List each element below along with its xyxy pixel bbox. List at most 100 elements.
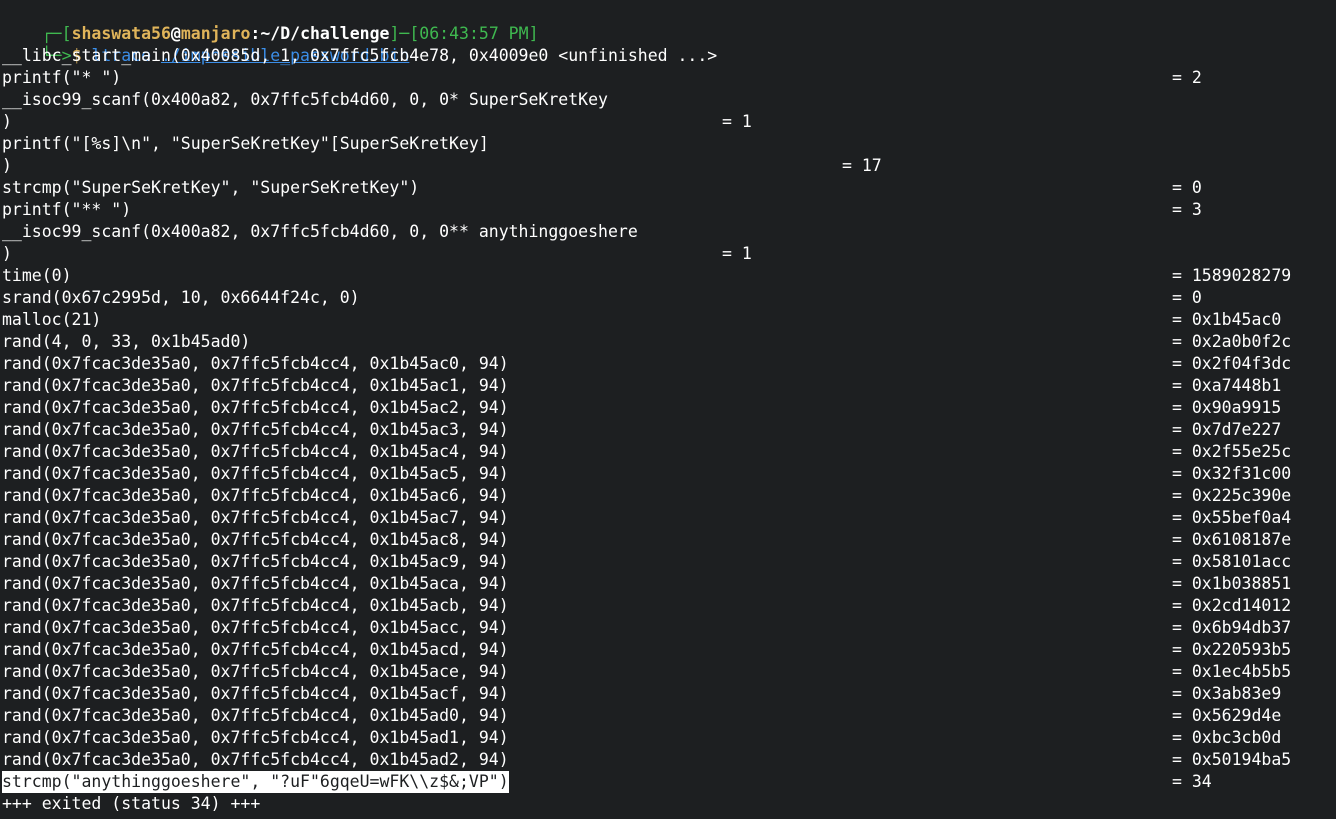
trace-line: rand(0x7fcac3de35a0, 0x7ffc5fcb4cc4, 0x1… [2, 419, 1336, 441]
trace-return: = 0x90a9915 [1172, 398, 1282, 417]
trace-return: = 0x55bef0a4 [1172, 508, 1292, 527]
trace-line: rand(0x7fcac3de35a0, 0x7ffc5fcb4cc4, 0x1… [2, 463, 1336, 485]
trace-return: = 0x2f04f3dc [1172, 354, 1292, 373]
trace-call: rand(0x7fcac3de35a0, 0x7ffc5fcb4cc4, 0x1… [2, 706, 509, 725]
trace-line: rand(0x7fcac3de35a0, 0x7ffc5fcb4cc4, 0x1… [2, 529, 1336, 551]
trace-line: rand(0x7fcac3de35a0, 0x7ffc5fcb4cc4, 0x1… [2, 573, 1336, 595]
trace-return: = 0x2cd14012 [1172, 596, 1292, 615]
trace-line: ) = 17 [2, 155, 1336, 177]
trace-call: rand(0x7fcac3de35a0, 0x7ffc5fcb4cc4, 0x1… [2, 728, 509, 747]
trace-call: __libc_start_main(0x40085d, 1, 0x7ffc5fc… [2, 46, 718, 65]
trace-call: rand(0x7fcac3de35a0, 0x7ffc5fcb4cc4, 0x1… [2, 464, 509, 483]
trace-return: = 0xa7448b1 [1172, 376, 1282, 395]
trace-line: __libc_start_main(0x40085d, 1, 0x7ffc5fc… [2, 45, 1336, 67]
trace-call: strcmp("SuperSeKretKey", "SuperSeKretKey… [2, 178, 420, 197]
trace-call: rand(0x7fcac3de35a0, 0x7ffc5fcb4cc4, 0x1… [2, 420, 509, 439]
trace-call: printf("[%s]\n", "SuperSeKretKey"[SuperS… [2, 134, 489, 153]
trace-call-selected: strcmp("anythinggoeshere", "?uF"6gqeU=wF… [2, 771, 509, 793]
trace-line: rand(0x7fcac3de35a0, 0x7ffc5fcb4cc4, 0x1… [2, 353, 1336, 375]
trace-call: __isoc99_scanf(0x400a82, 0x7ffc5fcb4d60,… [2, 222, 638, 241]
trace-line: rand(0x7fcac3de35a0, 0x7ffc5fcb4cc4, 0x1… [2, 551, 1336, 573]
trace-line: rand(0x7fcac3de35a0, 0x7ffc5fcb4cc4, 0x1… [2, 749, 1336, 771]
trace-return: = 3 [1172, 200, 1202, 219]
trace-return: = 0xbc3cb0d [1172, 728, 1282, 747]
trace-line: __isoc99_scanf(0x400a82, 0x7ffc5fcb4d60,… [2, 221, 1336, 243]
trace-return: = 0x2a0b0f2c [1172, 332, 1292, 351]
trace-call: srand(0x67c2995d, 10, 0x6644f24c, 0) [2, 288, 360, 307]
trace-call: malloc(21) [2, 310, 102, 329]
trace-call: rand(0x7fcac3de35a0, 0x7ffc5fcb4cc4, 0x1… [2, 552, 509, 571]
trace-call: ) [2, 156, 12, 175]
terminal-window[interactable]: ┌─[shaswata56@manjaro:~/D/challenge]─[06… [2, 1, 1336, 819]
exit-line: +++ exited (status 34) +++ [2, 794, 261, 813]
trace-output: __libc_start_main(0x40085d, 1, 0x7ffc5fc… [2, 45, 1336, 793]
trace-line: printf("* ") = 2 [2, 67, 1336, 89]
trace-call: rand(0x7fcac3de35a0, 0x7ffc5fcb4cc4, 0x1… [2, 508, 509, 527]
trace-return: = 0x58101acc [1172, 552, 1292, 571]
trace-call: __isoc99_scanf(0x400a82, 0x7ffc5fcb4d60,… [2, 90, 608, 109]
trace-return: = 0x6108187e [1172, 530, 1292, 549]
trace-line: rand(0x7fcac3de35a0, 0x7ffc5fcb4cc4, 0x1… [2, 397, 1336, 419]
trace-line: rand(0x7fcac3de35a0, 0x7ffc5fcb4cc4, 0x1… [2, 441, 1336, 463]
trace-line: ) = 1 [2, 111, 1336, 133]
trace-call: rand(0x7fcac3de35a0, 0x7ffc5fcb4cc4, 0x1… [2, 684, 509, 703]
trace-call: rand(4, 0, 33, 0x1b45ad0) [2, 332, 251, 351]
trace-return: = 0x50194ba5 [1172, 750, 1292, 769]
command-line: └─>$ ltrace ./impossible_password.bin [2, 23, 1336, 65]
trace-line: rand(0x7fcac3de35a0, 0x7ffc5fcb4cc4, 0x1… [2, 507, 1336, 529]
trace-return: = 2 [1172, 68, 1202, 87]
trace-call: printf("** ") [2, 200, 132, 219]
trace-line: ) = 1 [2, 243, 1336, 265]
trace-return: = 0x1b038851 [1172, 574, 1292, 593]
trace-return: = 0x1b45ac0 [1172, 310, 1282, 329]
trace-return: = 17 [842, 156, 882, 175]
trace-line: srand(0x67c2995d, 10, 0x6644f24c, 0) = 0 [2, 287, 1336, 309]
trace-line: rand(0x7fcac3de35a0, 0x7ffc5fcb4cc4, 0x1… [2, 727, 1336, 749]
trace-return: = 0x5629d4e [1172, 706, 1282, 725]
trace-return: = 0 [1172, 178, 1202, 197]
trace-line: printf("[%s]\n", "SuperSeKretKey"[SuperS… [2, 133, 1336, 155]
trace-call: rand(0x7fcac3de35a0, 0x7ffc5fcb4cc4, 0x1… [2, 442, 509, 461]
trace-return: = 34 [1172, 772, 1212, 791]
trace-return: = 0x220593b5 [1172, 640, 1292, 659]
trace-return: = 1589028279 [1172, 266, 1292, 285]
trace-line: rand(0x7fcac3de35a0, 0x7ffc5fcb4cc4, 0x1… [2, 705, 1336, 727]
trace-call: time(0) [2, 266, 72, 285]
trace-return: = 0x225c390e [1172, 486, 1292, 505]
trace-line: __isoc99_scanf(0x400a82, 0x7ffc5fcb4d60,… [2, 89, 1336, 111]
trace-call: rand(0x7fcac3de35a0, 0x7ffc5fcb4cc4, 0x1… [2, 662, 509, 681]
trace-call: ) [2, 244, 12, 263]
trace-call: rand(0x7fcac3de35a0, 0x7ffc5fcb4cc4, 0x1… [2, 750, 509, 769]
trace-return: = 0x7d7e227 [1172, 420, 1282, 439]
trace-call: rand(0x7fcac3de35a0, 0x7ffc5fcb4cc4, 0x1… [2, 354, 509, 373]
trace-call: rand(0x7fcac3de35a0, 0x7ffc5fcb4cc4, 0x1… [2, 574, 509, 593]
trace-line: malloc(21) = 0x1b45ac0 [2, 309, 1336, 331]
trace-line: rand(0x7fcac3de35a0, 0x7ffc5fcb4cc4, 0x1… [2, 485, 1336, 507]
trace-call: printf("* ") [2, 68, 122, 87]
trace-line: rand(0x7fcac3de35a0, 0x7ffc5fcb4cc4, 0x1… [2, 617, 1336, 639]
trace-line: rand(0x7fcac3de35a0, 0x7ffc5fcb4cc4, 0x1… [2, 375, 1336, 397]
trace-call: rand(0x7fcac3de35a0, 0x7ffc5fcb4cc4, 0x1… [2, 376, 509, 395]
trace-return: = 0x3ab83e9 [1172, 684, 1282, 703]
trace-line: strcmp("SuperSeKretKey", "SuperSeKretKey… [2, 177, 1336, 199]
trace-return: = 0x2f55e25c [1172, 442, 1292, 461]
trace-return: = 0 [1172, 288, 1202, 307]
trace-line: rand(0x7fcac3de35a0, 0x7ffc5fcb4cc4, 0x1… [2, 683, 1336, 705]
prompt-line: ┌─[shaswata56@manjaro:~/D/challenge]─[06… [2, 1, 1336, 43]
trace-return: = 0x1ec4b5b5 [1172, 662, 1292, 681]
trace-line: time(0) = 1589028279 [2, 265, 1336, 287]
trace-line: printf("** ") = 3 [2, 199, 1336, 221]
trace-call: rand(0x7fcac3de35a0, 0x7ffc5fcb4cc4, 0x1… [2, 398, 509, 417]
trace-line: rand(0x7fcac3de35a0, 0x7ffc5fcb4cc4, 0x1… [2, 639, 1336, 661]
trace-call: ) [2, 112, 12, 131]
trace-line: rand(0x7fcac3de35a0, 0x7ffc5fcb4cc4, 0x1… [2, 661, 1336, 683]
trace-line: rand(0x7fcac3de35a0, 0x7ffc5fcb4cc4, 0x1… [2, 595, 1336, 617]
trace-line: strcmp("anythinggoeshere", "?uF"6gqeU=wF… [2, 771, 1336, 793]
trace-call: rand(0x7fcac3de35a0, 0x7ffc5fcb4cc4, 0x1… [2, 530, 509, 549]
trace-return: = 0x6b94db37 [1172, 618, 1292, 637]
trace-line: rand(4, 0, 33, 0x1b45ad0) = 0x2a0b0f2c [2, 331, 1336, 353]
trace-return: = 1 [722, 244, 752, 263]
trace-return: = 1 [722, 112, 752, 131]
trace-call: rand(0x7fcac3de35a0, 0x7ffc5fcb4cc4, 0x1… [2, 640, 509, 659]
trace-call: rand(0x7fcac3de35a0, 0x7ffc5fcb4cc4, 0x1… [2, 486, 509, 505]
